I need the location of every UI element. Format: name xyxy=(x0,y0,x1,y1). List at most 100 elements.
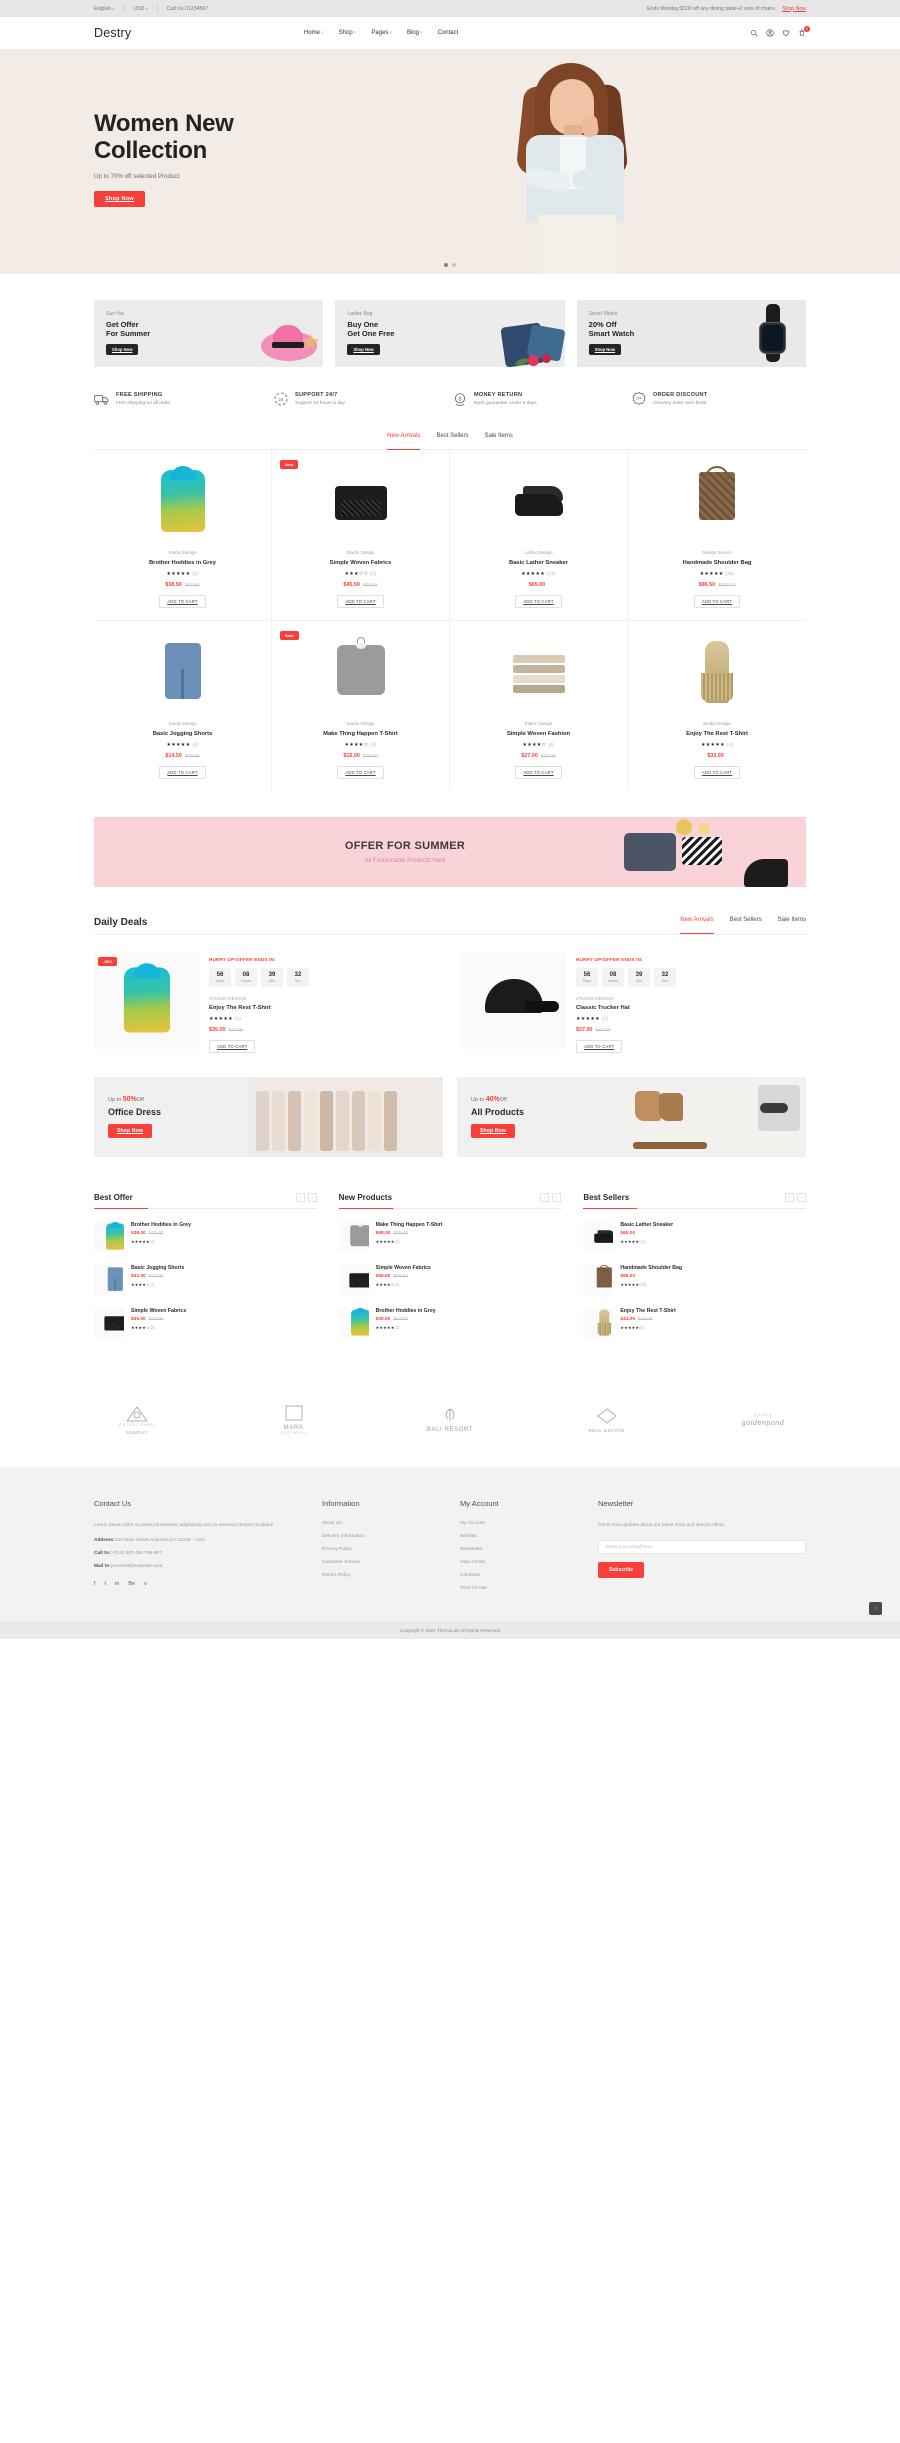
promo-card-smart-watch[interactable]: Smart Watch 20% Off Smart Watch Shop Now xyxy=(576,300,806,367)
brand-logo-mara[interactable]: MARA CLOTHING xyxy=(251,1404,337,1435)
prev-arrow-icon[interactable]: ‹ xyxy=(540,1193,550,1202)
brand-logo-bali-resort[interactable]: BALI RESORT xyxy=(407,1406,493,1433)
prev-arrow-icon[interactable]: ‹ xyxy=(785,1193,795,1202)
list-item[interactable]: Simple Woven Fabrics $36.00 $40.00 ★★★★☆(… xyxy=(94,1308,317,1338)
deal-card[interactable]: HURRY UP!OFFER ENDS IN: 56 Days 08 Hours 3… xyxy=(461,953,806,1053)
user-account-icon[interactable] xyxy=(766,29,774,37)
next-arrow-icon[interactable]: › xyxy=(552,1193,562,1202)
add-to-cart-button[interactable]: ADD TO CART xyxy=(515,595,562,608)
newsletter-text: Get E-mail updates about our latest shop… xyxy=(598,1523,726,1528)
behance-icon[interactable]: Be xyxy=(128,1581,135,1587)
nav-item-home[interactable]: Home˅ xyxy=(304,30,324,36)
product-card[interactable]: Design Source Handmade Shoulder Bag ★★★★… xyxy=(628,450,806,621)
brand-logo-goldenpond[interactable]: SILVER goldenpond xyxy=(720,1413,806,1427)
deals-tab-sale-items[interactable]: Sale Items xyxy=(778,917,806,928)
wishlist-heart-icon[interactable] xyxy=(782,29,790,37)
footer-link-term-of-use[interactable]: Term Of Use xyxy=(460,1586,580,1591)
next-arrow-icon[interactable]: › xyxy=(307,1193,317,1202)
newsletter-email-input[interactable]: Enter your email here. xyxy=(598,1540,806,1555)
list-item[interactable]: Basic Lather Sneaker $65.00 ★★★★★(12) xyxy=(583,1222,806,1252)
hero-carousel-dots[interactable] xyxy=(444,263,456,267)
list-item[interactable]: Simple Woven Fabrics $66.00 $69.00 ★★★★☆(… xyxy=(338,1265,562,1295)
add-to-cart-button[interactable]: ADD TO CART xyxy=(515,766,562,779)
banner-office-dress[interactable]: Up to 50%Off Office Dress Shop Now xyxy=(94,1077,443,1157)
footer-link-delivery-information[interactable]: Delivery Information xyxy=(322,1534,442,1539)
tab-new-arrivals[interactable]: New Arrivals xyxy=(387,433,421,450)
footer-link-return-policy[interactable]: Return Policy xyxy=(322,1573,442,1578)
list-item[interactable]: Brother Hoddies in Grey $39.00 $42.00 ★★★… xyxy=(338,1308,562,1338)
list-item[interactable]: Brother Hoddies in Grey $38.00 $40.00 ★★★… xyxy=(94,1222,317,1252)
back-to-top-button[interactable]: ↑ xyxy=(869,1602,882,1615)
facebook-icon[interactable]: f xyxy=(94,1581,96,1587)
product-card[interactable]: Studio Design Brother Hoddies in Grey ★★… xyxy=(94,450,272,621)
linkedin-icon[interactable]: in xyxy=(115,1581,119,1587)
add-to-cart-button[interactable]: ADD TO CART xyxy=(159,766,206,779)
deal-card[interactable]: -25% HURRY UP!OFFER ENDS IN: 56 Days 08 Ho… xyxy=(94,953,439,1053)
footer-link-condition[interactable]: Condition xyxy=(460,1573,580,1578)
currency-selector[interactable]: USD ˅ xyxy=(124,6,156,12)
footer-link-about-us[interactable]: About Us xyxy=(322,1521,442,1526)
nav-item-shop[interactable]: Shop˅ xyxy=(339,30,357,36)
deal-add-to-cart-button[interactable]: ADD TO CART xyxy=(209,1040,256,1053)
deal-vendor: STUDIO DESIGN xyxy=(576,996,614,1001)
nav-item-pages[interactable]: Pages˅ xyxy=(371,30,392,36)
deals-tab-best-sellers[interactable]: Best Sellers xyxy=(730,917,762,928)
banner-shop-now-button[interactable]: Shop Now xyxy=(108,1124,153,1138)
promo-card-ladies-bag[interactable]: Ladies Bag Buy One Get One Free Shop Now xyxy=(335,300,565,367)
site-logo[interactable]: Destry xyxy=(94,26,304,40)
summer-banner-subtitle: All Fashionable Products Here xyxy=(364,858,446,864)
shopping-cart-icon[interactable]: 0 xyxy=(798,26,810,37)
add-to-cart-button[interactable]: ADD TO CART xyxy=(159,595,206,608)
footer-link-customer-service[interactable]: Customer Service xyxy=(322,1560,442,1565)
add-to-cart-button[interactable]: ADD TO CART xyxy=(337,595,384,608)
list-item[interactable]: Make Thing Happen T-Shirt $68.00 $79.00 ★… xyxy=(338,1222,562,1252)
carousel-dot[interactable] xyxy=(444,263,448,267)
promo-card-sun-hat[interactable]: Sun Hat Get Offer For Summer Shop Now xyxy=(94,300,324,367)
twitter-icon[interactable]: t xyxy=(105,1581,107,1587)
banner-shop-now-button[interactable]: Shop Now xyxy=(471,1124,516,1138)
product-card[interactable]: Fabric Design Simple Woven Fashion ★★★★☆… xyxy=(450,621,628,791)
prev-arrow-icon[interactable]: ‹ xyxy=(295,1193,305,1202)
nav-item-blog[interactable]: Blog˅ xyxy=(407,30,423,36)
product-card[interactable]: New Studio Design Simple Woven Fabrics ★… xyxy=(272,450,450,621)
add-to-cart-button[interactable]: ADD TO CART xyxy=(693,595,741,608)
tab-best-sellers[interactable]: Best Sellers xyxy=(436,433,468,444)
list-item-image xyxy=(94,1222,124,1252)
deal-add-to-cart-button[interactable]: ADD TO CART xyxy=(576,1040,623,1053)
banner-all-products[interactable]: Up to 40%Off All Products Shop Now xyxy=(457,1077,806,1157)
list-item[interactable]: Basic Jogging Shorts $32.00 $37.00 ★★★★☆(… xyxy=(94,1265,317,1295)
next-arrow-icon[interactable]: › xyxy=(797,1193,807,1202)
nav-item-contact[interactable]: Contact xyxy=(438,30,459,36)
search-icon[interactable] xyxy=(750,29,758,37)
language-selector[interactable]: English ˅ xyxy=(94,6,123,12)
add-to-cart-button[interactable]: ADD TO CART xyxy=(337,766,384,779)
hero-shop-now-button[interactable]: Shop Now xyxy=(94,190,145,207)
footer-information-column: Information About Us Delivery Informatio… xyxy=(322,1499,442,1599)
add-to-cart-button[interactable]: ADD TO CART xyxy=(693,766,741,779)
deals-tab-new-arrivals[interactable]: New Arrivals xyxy=(680,917,714,934)
vimeo-icon[interactable]: v xyxy=(144,1581,147,1587)
brand-logo-sunday[interactable]: ESTABLISHED SUNDAY xyxy=(94,1405,180,1435)
product-name: Brother Hoddies in Grey xyxy=(149,560,216,566)
product-card[interactable]: Sold Studio Design Make Thing Happen T-S… xyxy=(272,621,450,791)
list-item[interactable]: Enjoy The Rest T-Shirt $44.00 $49.00 ★★★★… xyxy=(583,1308,806,1338)
summer-offer-banner[interactable]: OFFER FOR SUMMER All Fashionable Product… xyxy=(94,817,806,887)
newsletter-subscribe-button[interactable]: Subscribe xyxy=(598,1562,645,1579)
tab-sale-items[interactable]: Sale Items xyxy=(485,433,513,444)
footer-link-privacy-policy[interactable]: Privacy Policy xyxy=(322,1547,442,1552)
footer-link-wishlist[interactable]: Wishlist xyxy=(460,1534,580,1539)
carousel-dot[interactable] xyxy=(452,263,456,267)
promo-shop-now-button[interactable]: Shop Now xyxy=(588,344,622,356)
brand-logo-real-estate[interactable]: REAL ESTATE xyxy=(564,1407,650,1433)
footer-link-help-center[interactable]: Help Center xyxy=(460,1560,580,1565)
promo-shop-now-button[interactable]: Shop Now xyxy=(106,344,139,356)
promo-shop-now-button[interactable]: Shop Now xyxy=(347,344,380,356)
product-name: Simple Woven Fashion xyxy=(506,731,571,737)
promo-shop-now-link[interactable]: Shop Now xyxy=(782,6,806,12)
footer-link-newsletter[interactable]: Newsletter xyxy=(460,1547,580,1552)
product-card[interactable]: Studio Design Basic Jogging Shorts ★★★★★… xyxy=(94,621,272,791)
footer-link-my-account[interactable]: My Account xyxy=(460,1521,580,1526)
product-card[interactable]: Studio Design Enjoy The Rest T-Shirt ★★★… xyxy=(628,621,806,791)
list-item[interactable]: Handmade Shoulder Bag $96.00 ★★★★★(18) xyxy=(583,1265,806,1295)
product-card[interactable]: Lather Design Basic Lather Sneaker ★★★★★… xyxy=(450,450,628,621)
